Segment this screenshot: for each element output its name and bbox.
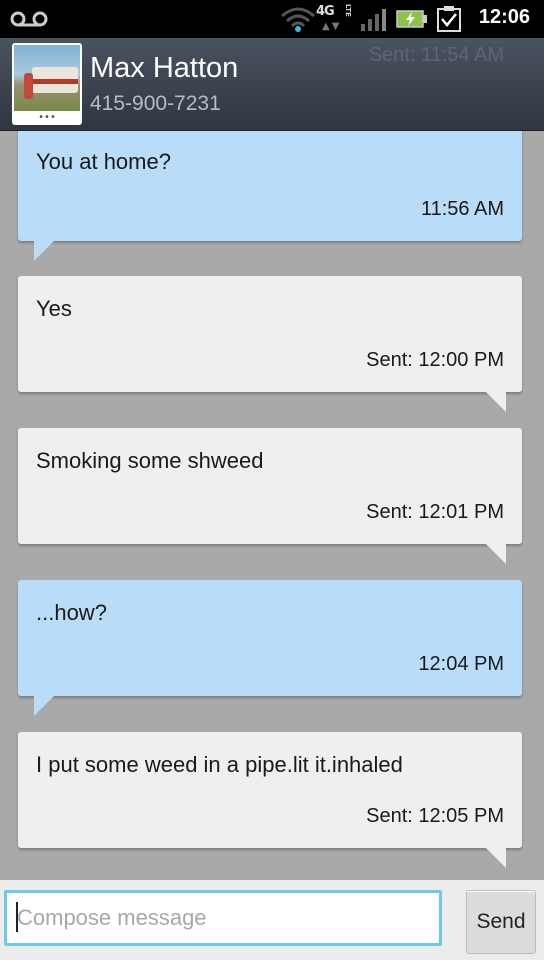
network-sub-label: LTE xyxy=(344,4,352,17)
contact-avatar[interactable]: ••• xyxy=(12,43,82,125)
bubble-tail xyxy=(34,241,54,261)
message-text: You at home? xyxy=(36,149,171,174)
header-ghost-text: Sent: 11:54 AM xyxy=(368,44,504,66)
message-bubble[interactable]: Yes Sent: 12:00 PM xyxy=(18,276,522,412)
person-shape xyxy=(24,73,33,99)
message-time: Sent: 12:05 PM xyxy=(366,805,504,827)
task-check-icon xyxy=(437,6,461,32)
wifi-icon xyxy=(281,7,315,32)
battery-charging-icon xyxy=(396,10,427,28)
message-text: Smoking some shweed xyxy=(36,448,264,473)
voicemail-icon xyxy=(10,11,48,27)
message-bubble[interactable]: I put some weed in a pipe.lit it.inhaled… xyxy=(18,732,522,868)
bubble-tail xyxy=(486,544,506,564)
message-time: Sent: 12:00 PM xyxy=(366,349,504,371)
data-activity-icon: ▲▼ xyxy=(322,21,342,32)
conversation-header: Sent: 11:54 AM ••• Max Hatton 415-900-72… xyxy=(0,38,544,131)
text-caret xyxy=(16,902,18,932)
avatar-more-dots: ••• xyxy=(38,112,56,123)
send-button[interactable]: Send xyxy=(466,890,536,954)
message-bubble[interactable]: ...how? 12:04 PM xyxy=(18,580,522,716)
compose-bar: Send xyxy=(0,880,544,960)
message-time: 12:04 PM xyxy=(418,653,504,675)
message-text: ...how? xyxy=(36,600,107,625)
contact-number: 415-900-7231 xyxy=(90,92,221,115)
status-clock: 12:06 xyxy=(478,6,530,28)
message-time: Sent: 12:01 PM xyxy=(366,501,504,523)
message-text: I put some weed in a pipe.lit it.inhaled xyxy=(36,752,403,777)
message-time: 11:56 AM xyxy=(420,198,504,220)
bubble-tail xyxy=(34,696,54,716)
rv-stripe xyxy=(32,79,78,84)
contact-photo xyxy=(14,45,80,111)
bubble-tail xyxy=(486,848,506,868)
status-bar: 4G LTE ▲▼ 12:06 xyxy=(0,0,544,38)
bubble-tail xyxy=(486,392,506,412)
network-type-label: 4G xyxy=(316,4,335,19)
compose-message-input[interactable] xyxy=(4,890,442,946)
contact-name: Max Hatton xyxy=(90,52,239,84)
signal-icon xyxy=(361,9,386,31)
message-bubble[interactable]: Smoking some shweed Sent: 12:01 PM xyxy=(18,428,522,564)
message-list[interactable]: You at home? 11:56 AM Yes Sent: 12:00 PM… xyxy=(0,131,544,880)
message-bubble[interactable]: You at home? 11:56 AM xyxy=(18,131,522,261)
message-text: Yes xyxy=(36,296,72,321)
